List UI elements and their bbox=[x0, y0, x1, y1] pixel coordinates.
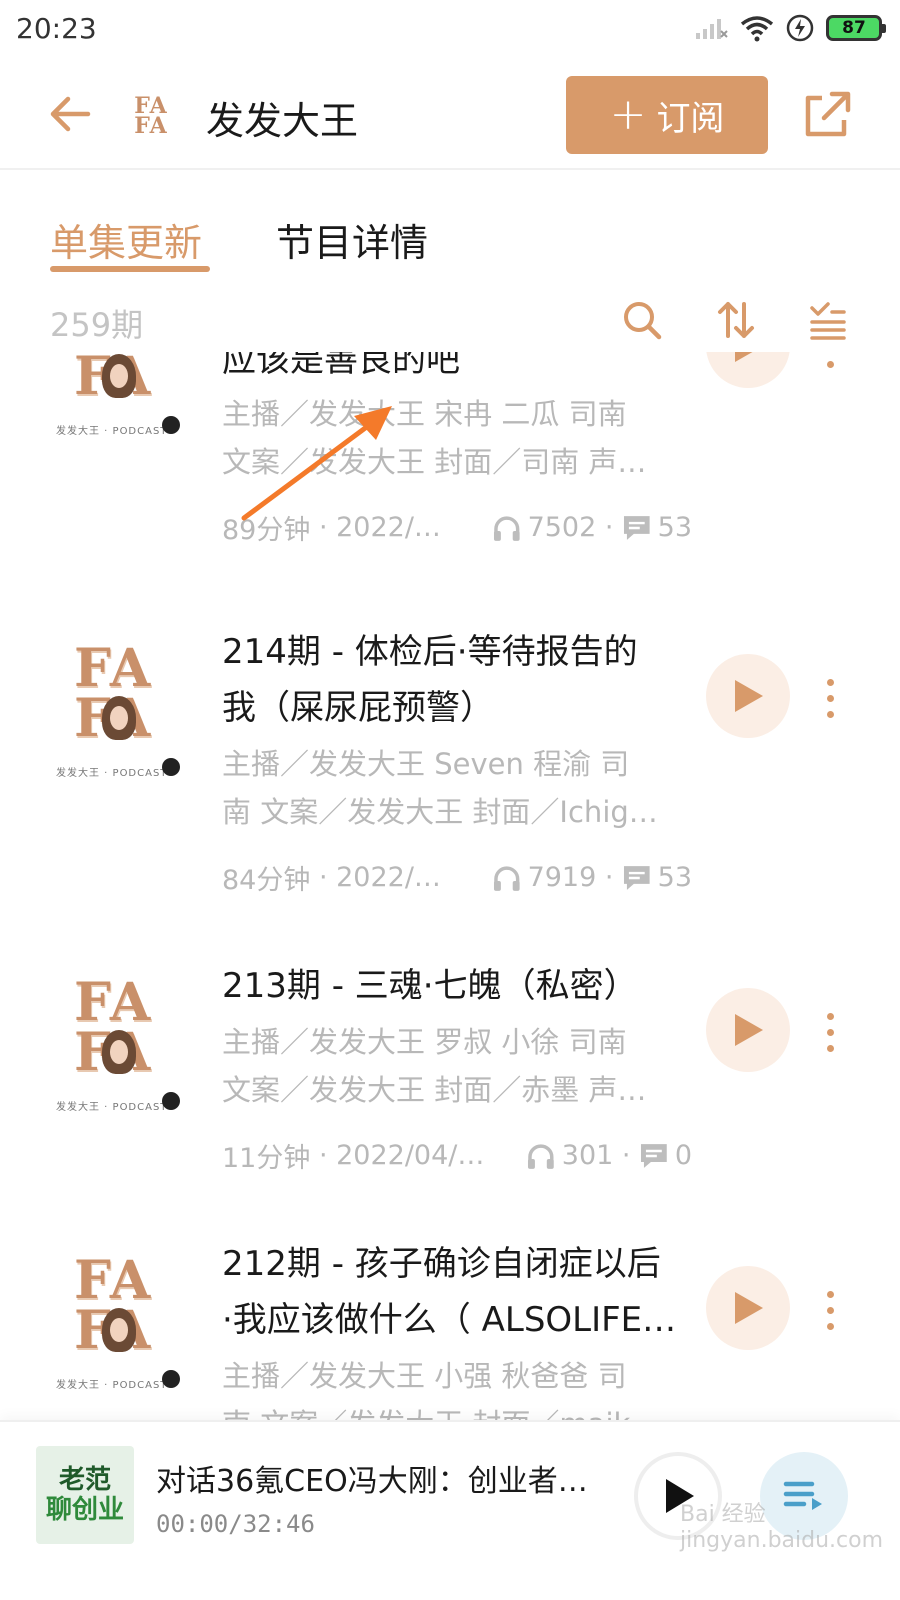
now-playing-title[interactable]: 对话36氪CEO冯大刚：创业者… bbox=[156, 1456, 596, 1500]
cover-tagline: 发发大王 · PODCAST bbox=[56, 426, 168, 437]
episode-description: 主播／发发大王 罗叔 小徐 司南 文案／发发大王 封面／赤墨 声… bbox=[222, 1025, 647, 1107]
list-toolbar: 259期 bbox=[0, 290, 900, 350]
episode-cover: FA FA 发发大王 · PODCAST bbox=[56, 977, 184, 1118]
more-options-button[interactable] bbox=[818, 1280, 842, 1340]
episode-title[interactable]: 213期 - 三魂·七魄（私密） bbox=[222, 958, 692, 1014]
episode-count: 259期 bbox=[50, 306, 144, 344]
cover-tagline: 发发大王 · PODCAST bbox=[56, 768, 168, 779]
plus-icon: + bbox=[609, 89, 647, 140]
arrow-left-icon bbox=[50, 96, 91, 132]
page-title: 发发大王 bbox=[206, 99, 359, 143]
watermark-text: Bai 经验 jingyan.baidu.com bbox=[680, 1502, 884, 1553]
play-button[interactable] bbox=[706, 1266, 790, 1350]
podcast-logo: FA FA bbox=[120, 84, 182, 148]
more-options-button[interactable] bbox=[818, 668, 842, 728]
now-playing-time: 00:00/32:46 bbox=[156, 1510, 315, 1538]
status-icons: 87 bbox=[694, 14, 886, 42]
headphones-icon bbox=[493, 865, 520, 891]
cover-badge bbox=[162, 416, 180, 434]
episode-date: 2022/04/14 bbox=[336, 1140, 491, 1171]
episode-cover: FA FA 发发大王 · PODCAST bbox=[56, 352, 184, 442]
play-button[interactable] bbox=[706, 988, 790, 1072]
episode-date: 2022/0… bbox=[336, 862, 457, 893]
host-portrait bbox=[102, 1308, 136, 1352]
play-count: 7502 bbox=[527, 512, 597, 543]
comment-icon bbox=[624, 515, 650, 540]
cover-badge bbox=[162, 1092, 180, 1110]
headphones-icon bbox=[493, 515, 520, 541]
play-count: 7919 bbox=[527, 862, 597, 893]
play-icon bbox=[735, 1014, 763, 1046]
comment-count: 0 bbox=[674, 1140, 692, 1171]
search-icon[interactable] bbox=[620, 298, 664, 342]
episode-title[interactable]: 214期 - 体检后·等待报告的 我（屎尿屁预警） bbox=[222, 624, 692, 736]
header-bar: FA FA 发发大王 + 订阅 bbox=[0, 64, 900, 170]
sort-icon[interactable] bbox=[714, 298, 758, 342]
comment-icon bbox=[624, 865, 650, 890]
filter-list-icon[interactable] bbox=[806, 298, 850, 342]
more-options-button[interactable] bbox=[818, 352, 842, 378]
play-icon bbox=[735, 680, 763, 712]
now-playing-cover: 老范 聊创业 bbox=[36, 1446, 134, 1544]
episode-list: FA FA 发发大王 · PODCAST 应该是善良的吧 主播／发发大王 宋冉 … bbox=[0, 352, 900, 1446]
subscribe-label: 订阅 bbox=[656, 98, 725, 139]
active-tab-indicator bbox=[50, 266, 210, 272]
episode-cover: FA FA 发发大王 · PODCAST bbox=[56, 1255, 184, 1396]
headphones-icon bbox=[528, 1143, 554, 1169]
episode-meta: 11分钟 · 2022/04/14 301 · 0 bbox=[222, 1136, 692, 1175]
episode-meta: 84分钟 · 2022/0… 7919 · 53 bbox=[222, 858, 692, 897]
logo-text-bottom: FA bbox=[134, 113, 168, 139]
status-time: 20:23 bbox=[16, 12, 97, 45]
cover-title-line2: 聊创业 bbox=[45, 1495, 124, 1525]
battery-level: 87 bbox=[842, 18, 866, 38]
back-button[interactable] bbox=[44, 88, 96, 140]
play-icon bbox=[735, 352, 753, 362]
episode-duration: 84分钟 bbox=[222, 865, 311, 896]
play-button[interactable] bbox=[706, 352, 790, 388]
cover-title-line1: 老范 bbox=[58, 1465, 111, 1495]
more-options-button[interactable] bbox=[818, 1002, 842, 1062]
comment-count: 53 bbox=[657, 512, 692, 543]
list-item[interactable]: FA FA 发发大王 · PODCAST 214期 - 体检后·等待报告的 我（… bbox=[0, 612, 900, 952]
episode-description: 主播／发发大王 Seven 程渝 司 南 文案／发发大王 封面／Ichig… bbox=[222, 747, 658, 829]
subscribe-button[interactable]: + 订阅 bbox=[566, 76, 768, 154]
host-portrait bbox=[102, 1030, 136, 1074]
signal-icon bbox=[696, 19, 728, 39]
cover-badge bbox=[162, 1370, 180, 1388]
play-button[interactable] bbox=[706, 654, 790, 738]
episode-title[interactable]: 212期 - 孩子确诊自闭症以后 ·我应该做什么（ ALSOLIFE… bbox=[222, 1236, 692, 1348]
charging-icon bbox=[786, 14, 814, 42]
episode-duration: 11分钟 bbox=[222, 1143, 311, 1174]
battery-indicator: 87 bbox=[826, 15, 886, 41]
tab-bar: 单集更新 节目详情 bbox=[0, 200, 900, 280]
host-portrait bbox=[102, 354, 136, 398]
comment-icon bbox=[641, 1143, 667, 1168]
comment-count: 53 bbox=[657, 862, 692, 893]
episode-title[interactable]: 应该是善良的吧 bbox=[222, 352, 692, 388]
tab-details[interactable]: 节目详情 bbox=[276, 212, 428, 267]
tab-episodes[interactable]: 单集更新 bbox=[50, 212, 202, 267]
cover-badge bbox=[162, 758, 180, 776]
episode-cover: FA FA 发发大王 · PODCAST bbox=[56, 643, 184, 784]
annotation-arrow-icon bbox=[241, 406, 392, 521]
status-bar: 20:23 87 bbox=[0, 0, 900, 64]
cover-tagline: 发发大王 · PODCAST bbox=[56, 1380, 168, 1391]
wifi-icon bbox=[740, 16, 774, 42]
play-icon bbox=[735, 1292, 763, 1324]
cover-tagline: 发发大王 · PODCAST bbox=[56, 1102, 168, 1113]
share-icon[interactable] bbox=[800, 86, 856, 142]
host-portrait bbox=[102, 696, 136, 740]
play-count: 301 bbox=[561, 1140, 614, 1171]
list-item[interactable]: FA FA 发发大王 · PODCAST 212期 - 孩子确诊自闭症以后 ·我… bbox=[0, 1224, 900, 1446]
